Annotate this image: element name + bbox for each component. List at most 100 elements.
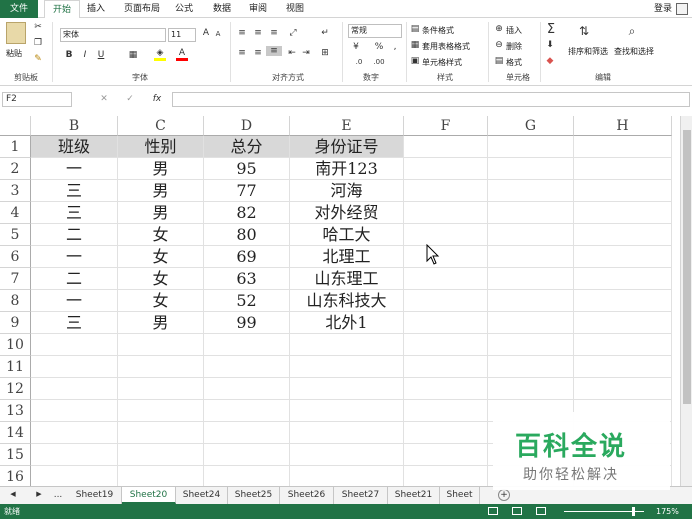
tab-page-layout[interactable]: 页面布局 xyxy=(120,0,164,18)
merge-center-icon[interactable]: ⊞ xyxy=(318,48,332,58)
name-box[interactable]: F2 xyxy=(2,92,72,107)
table-cell[interactable] xyxy=(404,356,488,378)
number-format-select[interactable]: 常规 xyxy=(348,24,402,38)
paste-button[interactable]: 粘贴 xyxy=(6,48,22,59)
table-cell[interactable] xyxy=(404,246,488,268)
table-cell[interactable] xyxy=(488,334,574,356)
table-cell[interactable] xyxy=(290,334,404,356)
table-cell[interactable] xyxy=(488,290,574,312)
table-cell[interactable] xyxy=(574,334,672,356)
select-all-corner[interactable] xyxy=(0,116,31,136)
row-header[interactable]: 13 xyxy=(0,400,31,422)
table-cell[interactable] xyxy=(204,466,290,488)
format-as-table-button[interactable]: 套用表格格式 xyxy=(422,41,470,52)
row-header[interactable]: 11 xyxy=(0,356,31,378)
table-cell[interactable] xyxy=(118,444,204,466)
table-cell[interactable] xyxy=(118,334,204,356)
font-name-select[interactable]: 宋体 xyxy=(60,28,166,42)
paste-icon[interactable] xyxy=(6,22,26,44)
tab-insert[interactable]: 插入 xyxy=(84,0,108,18)
decrease-font-icon[interactable]: A xyxy=(212,30,224,38)
table-cell[interactable]: 山东科技大 xyxy=(290,290,404,312)
insert-function-button[interactable]: fx xyxy=(150,94,164,104)
column-header[interactable]: F xyxy=(404,116,488,136)
table-cell[interactable]: 77 xyxy=(204,180,290,202)
table-cell[interactable]: 99 xyxy=(204,312,290,334)
add-sheet-icon[interactable]: + xyxy=(498,489,510,501)
vertical-scrollbar[interactable] xyxy=(680,116,692,486)
table-cell[interactable]: 总分 xyxy=(204,136,290,158)
row-header[interactable]: 6 xyxy=(0,246,31,268)
table-cell[interactable]: 一 xyxy=(31,290,118,312)
sheet-tab[interactable]: Sheet19 xyxy=(68,487,122,504)
table-cell[interactable] xyxy=(404,158,488,180)
align-right-icon[interactable]: ≡ xyxy=(266,46,282,56)
table-cell[interactable] xyxy=(204,444,290,466)
column-header[interactable]: H xyxy=(574,116,672,136)
table-cell[interactable] xyxy=(404,422,488,444)
row-header[interactable]: 15 xyxy=(0,444,31,466)
table-cell[interactable] xyxy=(290,422,404,444)
table-cell[interactable] xyxy=(290,400,404,422)
table-cell[interactable] xyxy=(31,466,118,488)
fill-icon[interactable]: ⬇ xyxy=(544,40,556,50)
increase-font-icon[interactable]: A xyxy=(200,28,212,38)
find-select-icon[interactable]: ⌕ xyxy=(622,24,642,39)
column-header[interactable]: E xyxy=(290,116,404,136)
table-cell[interactable]: 一 xyxy=(31,246,118,268)
table-cell[interactable] xyxy=(118,422,204,444)
table-cell[interactable]: 山东理工 xyxy=(290,268,404,290)
table-cell[interactable]: 男 xyxy=(118,312,204,334)
login-link[interactable]: 登录 xyxy=(654,0,672,18)
table-cell[interactable]: 女 xyxy=(118,290,204,312)
cell-styles-button[interactable]: 单元格样式 xyxy=(422,57,462,68)
sheet-tab[interactable]: Sheet20 xyxy=(122,487,176,504)
table-cell[interactable]: 河海 xyxy=(290,180,404,202)
underline-button[interactable]: U xyxy=(96,50,106,60)
table-cell[interactable] xyxy=(404,444,488,466)
column-header[interactable]: B xyxy=(31,116,118,136)
table-cell[interactable] xyxy=(404,136,488,158)
table-cell[interactable]: 男 xyxy=(118,180,204,202)
sheet-tab[interactable]: Sheet21 xyxy=(388,487,440,504)
table-cell[interactable] xyxy=(118,378,204,400)
sheet-tab[interactable]: Sheet25 xyxy=(228,487,280,504)
copy-icon[interactable]: ❐ xyxy=(32,38,44,48)
align-bottom-icon[interactable]: ≡ xyxy=(268,28,280,38)
table-cell[interactable] xyxy=(488,180,574,202)
table-cell[interactable] xyxy=(204,400,290,422)
table-cell[interactable]: 性别 xyxy=(118,136,204,158)
row-header[interactable]: 3 xyxy=(0,180,31,202)
prev-sheet-icon[interactable]: ◀ xyxy=(8,490,18,498)
table-cell[interactable]: 二 xyxy=(31,224,118,246)
tab-file[interactable]: 文件 xyxy=(0,0,38,18)
table-cell[interactable] xyxy=(574,356,672,378)
table-cell[interactable]: 北理工 xyxy=(290,246,404,268)
delete-cells-icon[interactable]: ⊖ xyxy=(494,40,504,50)
sheet-tab[interactable]: Sheet xyxy=(440,487,480,504)
table-cell[interactable] xyxy=(488,202,574,224)
table-cell[interactable] xyxy=(574,290,672,312)
row-header[interactable]: 12 xyxy=(0,378,31,400)
formula-input[interactable] xyxy=(172,92,690,107)
align-top-icon[interactable]: ≡ xyxy=(236,28,248,38)
percent-button[interactable]: % xyxy=(374,42,384,52)
table-cell[interactable] xyxy=(290,444,404,466)
table-cell[interactable] xyxy=(118,356,204,378)
tab-home[interactable]: 开始 xyxy=(44,0,80,19)
table-cell[interactable]: 80 xyxy=(204,224,290,246)
page-layout-view-icon[interactable] xyxy=(512,507,522,515)
scroll-thumb[interactable] xyxy=(683,130,691,404)
table-cell[interactable] xyxy=(488,158,574,180)
row-header[interactable]: 9 xyxy=(0,312,31,334)
column-header[interactable]: G xyxy=(488,116,574,136)
zoom-slider-thumb[interactable] xyxy=(632,507,635,516)
table-cell[interactable] xyxy=(118,466,204,488)
table-cell[interactable] xyxy=(404,202,488,224)
table-cell[interactable]: 女 xyxy=(118,224,204,246)
table-cell[interactable]: 63 xyxy=(204,268,290,290)
table-cell[interactable]: 三 xyxy=(31,180,118,202)
table-cell[interactable] xyxy=(488,268,574,290)
align-center-icon[interactable]: ≡ xyxy=(252,48,264,58)
font-size-select[interactable]: 11 xyxy=(168,28,196,42)
